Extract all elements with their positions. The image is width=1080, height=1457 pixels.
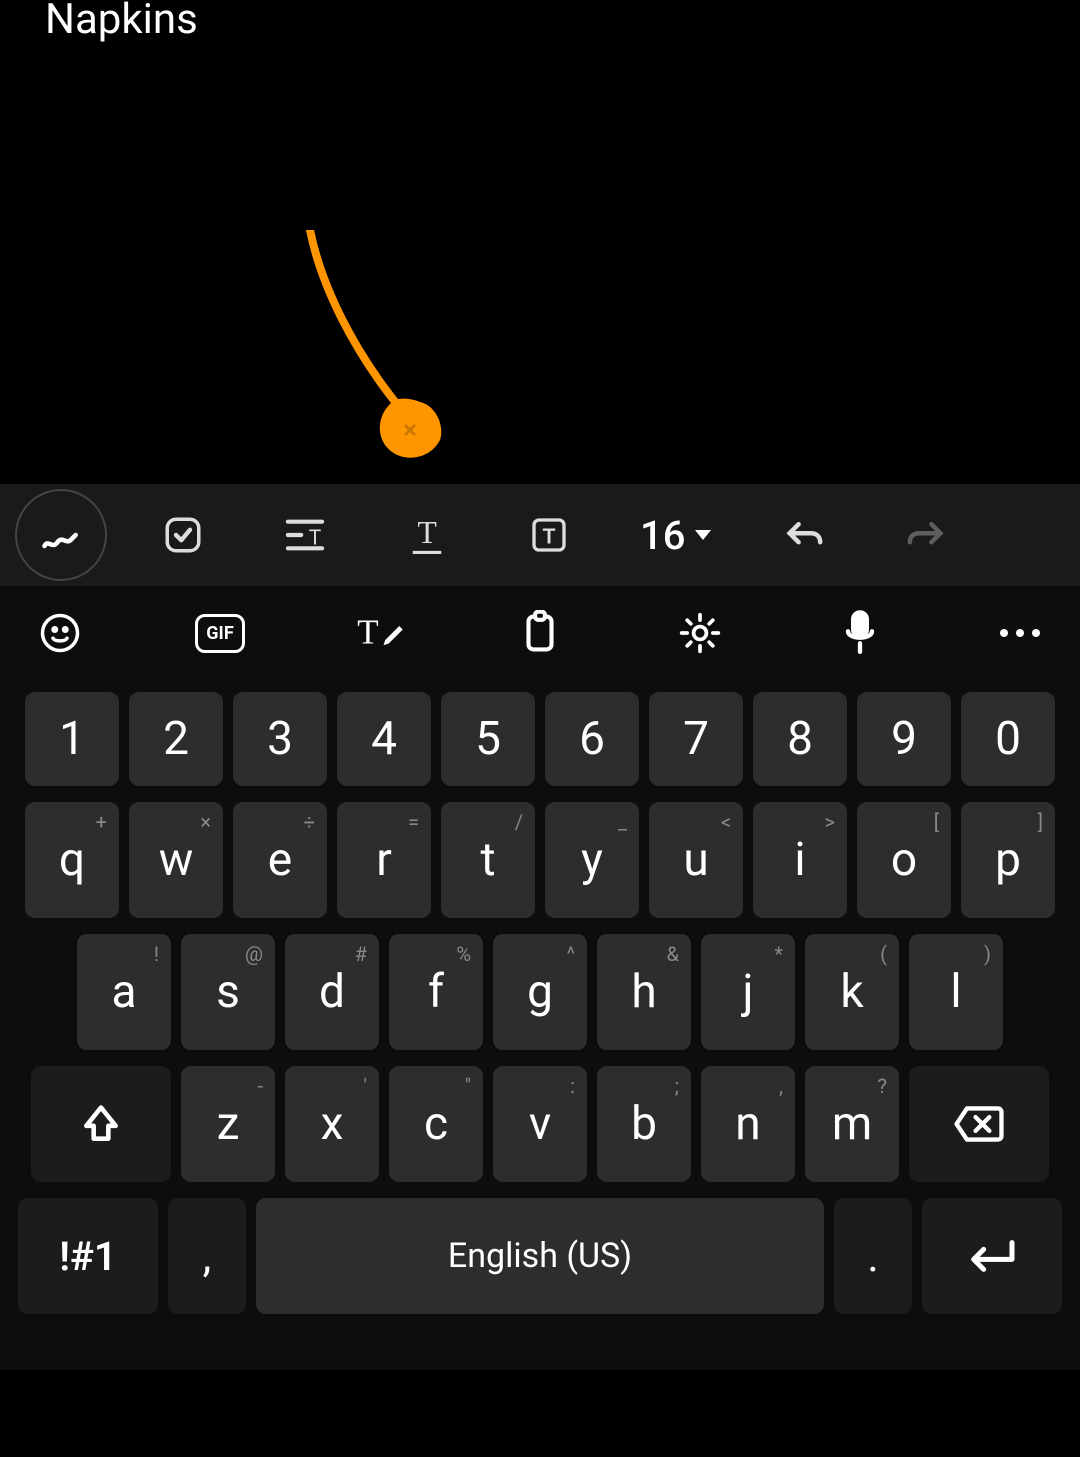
redo-button[interactable]	[880, 505, 972, 565]
key-c[interactable]: "c	[389, 1066, 483, 1182]
text-edit-button[interactable]: T	[340, 603, 420, 663]
note-text[interactable]: Napkins	[45, 0, 198, 44]
key-e[interactable]: ÷e	[233, 802, 327, 918]
gif-button[interactable]: GIF	[180, 603, 260, 663]
enter-icon	[964, 1236, 1020, 1276]
key-m[interactable]: ?m	[805, 1066, 899, 1182]
key-f[interactable]: %f	[389, 934, 483, 1050]
shift-key[interactable]	[31, 1066, 171, 1182]
text-underline-button[interactable]: T	[381, 505, 473, 565]
shift-icon	[79, 1102, 123, 1146]
key-3[interactable]: 3	[233, 692, 327, 786]
font-size-selector[interactable]: 16	[625, 512, 728, 559]
emoji-button[interactable]	[20, 603, 100, 663]
key-v[interactable]: :v	[493, 1066, 587, 1182]
space-key[interactable]: English (US)	[256, 1198, 824, 1314]
svg-text:T: T	[542, 524, 555, 549]
key-4[interactable]: 4	[337, 692, 431, 786]
key-1[interactable]: 1	[25, 692, 119, 786]
text-align-button[interactable]: T	[259, 505, 351, 565]
svg-text:T: T	[418, 515, 437, 550]
format-toolbar: T T T 16	[0, 484, 1080, 586]
key-7[interactable]: 7	[649, 692, 743, 786]
key-q[interactable]: +q	[25, 802, 119, 918]
key-b[interactable]: ;b	[597, 1066, 691, 1182]
backspace-icon	[953, 1105, 1005, 1143]
more-options-button[interactable]	[980, 603, 1060, 663]
key-o[interactable]: [o	[857, 802, 951, 918]
user-drawing-arrow	[300, 230, 520, 490]
key-u[interactable]: <u	[649, 802, 743, 918]
keyboard: 1234567890 +q×w÷e=r/t_y<u>i[o]p !a@s#d%f…	[0, 680, 1080, 1370]
font-size-value: 16	[640, 512, 685, 559]
voice-input-button[interactable]	[820, 603, 900, 663]
key-s[interactable]: @s	[181, 934, 275, 1050]
key-p[interactable]: ]p	[961, 802, 1055, 918]
key-6[interactable]: 6	[545, 692, 639, 786]
clipboard-button[interactable]	[500, 603, 580, 663]
keyboard-suggestion-bar: GIF T	[0, 586, 1080, 680]
pen-tool-button[interactable]	[15, 489, 107, 581]
checkbox-tool-button[interactable]	[137, 505, 229, 565]
symbols-key[interactable]: !#1	[18, 1198, 158, 1314]
key-a[interactable]: !a	[77, 934, 171, 1050]
key-0[interactable]: 0	[961, 692, 1055, 786]
key-9[interactable]: 9	[857, 692, 951, 786]
key-w[interactable]: ×w	[129, 802, 223, 918]
comma-key[interactable]: ,	[168, 1198, 246, 1314]
settings-button[interactable]	[660, 603, 740, 663]
chevron-down-icon	[693, 528, 713, 542]
key-2[interactable]: 2	[129, 692, 223, 786]
key-n[interactable]: ,n	[701, 1066, 795, 1182]
note-canvas[interactable]: Napkins	[0, 0, 1080, 484]
key-t[interactable]: /t	[441, 802, 535, 918]
key-y[interactable]: _y	[545, 802, 639, 918]
period-key[interactable]: .	[834, 1198, 912, 1314]
enter-key[interactable]	[922, 1198, 1062, 1314]
backspace-key[interactable]	[909, 1066, 1049, 1182]
svg-text:T: T	[357, 613, 378, 652]
undo-button[interactable]	[758, 505, 850, 565]
key-l[interactable]: )l	[909, 934, 1003, 1050]
key-8[interactable]: 8	[753, 692, 847, 786]
key-k[interactable]: (k	[805, 934, 899, 1050]
key-j[interactable]: *j	[701, 934, 795, 1050]
key-z[interactable]: -z	[181, 1066, 275, 1182]
textblock-button[interactable]: T	[503, 505, 595, 565]
key-5[interactable]: 5	[441, 692, 535, 786]
key-r[interactable]: =r	[337, 802, 431, 918]
key-i[interactable]: >i	[753, 802, 847, 918]
key-d[interactable]: #d	[285, 934, 379, 1050]
key-g[interactable]: ^g	[493, 934, 587, 1050]
key-h[interactable]: &h	[597, 934, 691, 1050]
key-x[interactable]: 'x	[285, 1066, 379, 1182]
